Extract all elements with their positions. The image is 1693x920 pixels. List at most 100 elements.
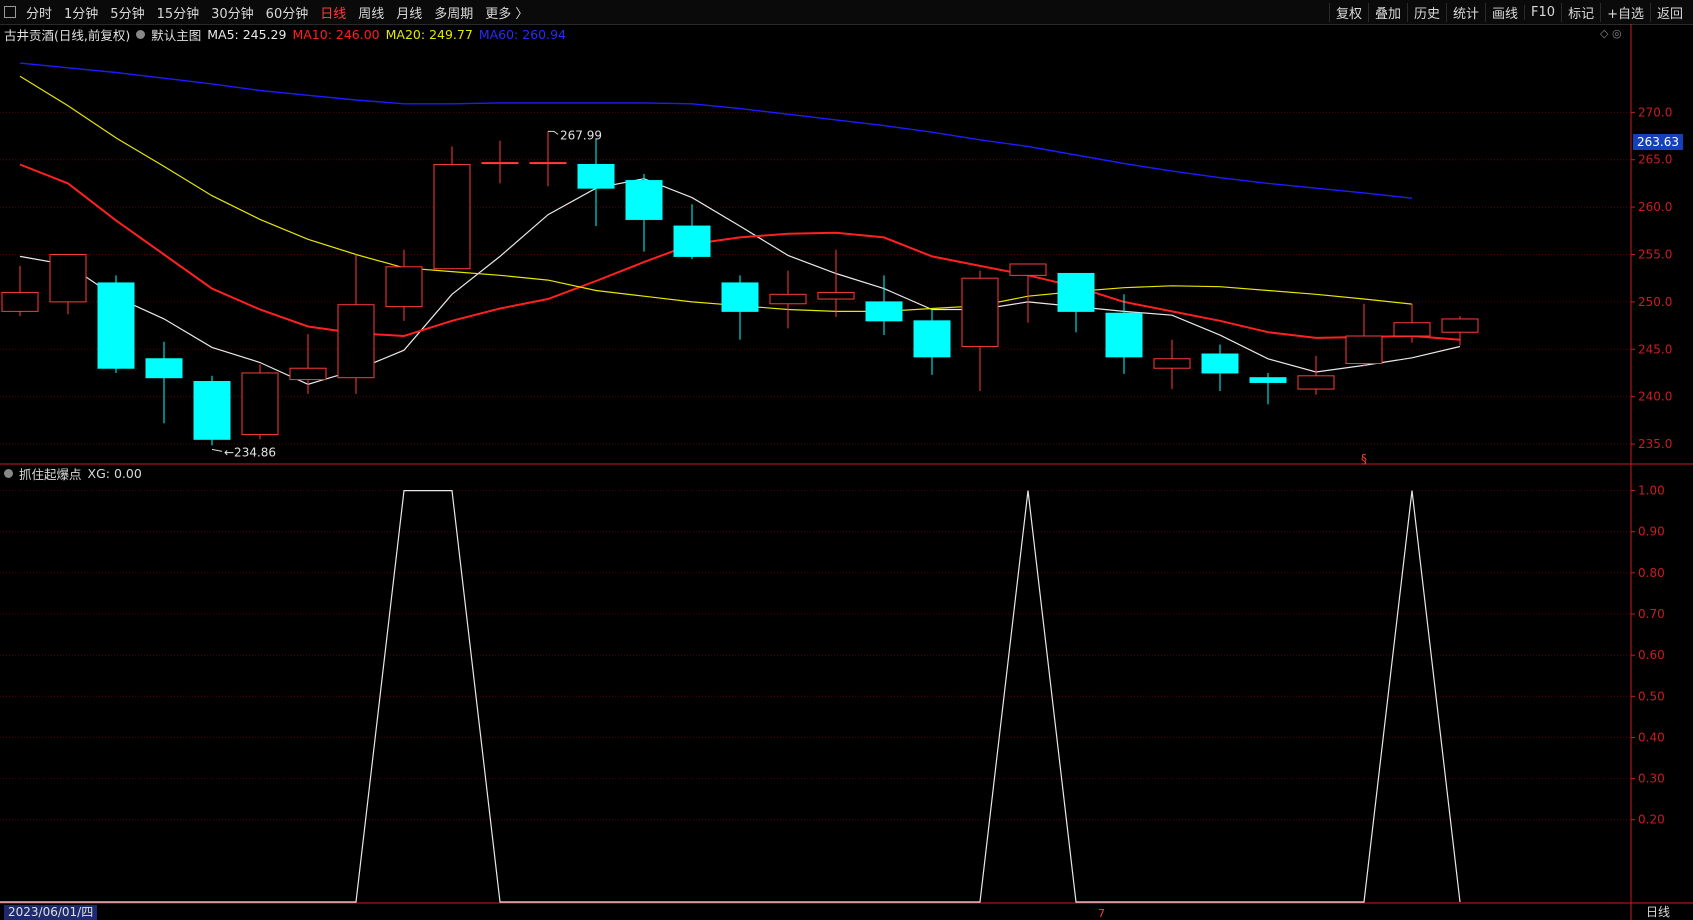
candle-body bbox=[385, 266, 423, 308]
candle-body bbox=[1393, 322, 1431, 337]
ma10-label: MA10: 246.00 bbox=[292, 26, 380, 42]
y-tick-label: 240.0 bbox=[1638, 390, 1672, 404]
timeframe-tab[interactable]: 日线 bbox=[314, 3, 352, 22]
ma-line-ma60 bbox=[19, 62, 1413, 199]
y-tick-label: 255.0 bbox=[1638, 248, 1672, 262]
y-tick-label: 0.60 bbox=[1638, 648, 1665, 662]
candle-body bbox=[1297, 375, 1335, 390]
ma-line-ma20 bbox=[19, 75, 1413, 312]
timeframe-tab[interactable]: 更多 〉 bbox=[479, 3, 534, 22]
toolbar-button[interactable]: 复权 bbox=[1328, 2, 1368, 22]
candle-body bbox=[1153, 358, 1191, 369]
toolbar-button[interactable]: 标记 bbox=[1561, 2, 1600, 22]
period-tag[interactable]: 日线 bbox=[1646, 905, 1670, 920]
high-price-label: 267.99 bbox=[560, 128, 602, 142]
toolbar-button[interactable]: 叠加 bbox=[1367, 2, 1407, 22]
candle-body bbox=[1345, 335, 1383, 364]
ma60-label: MA60: 260.94 bbox=[478, 26, 566, 42]
indicator-icon[interactable] bbox=[4, 468, 13, 478]
timeframe-tab[interactable]: 15分钟 bbox=[151, 3, 206, 22]
candle-body bbox=[1249, 377, 1287, 383]
candle-body bbox=[1441, 318, 1479, 333]
candle-body bbox=[193, 380, 231, 440]
candle-body bbox=[817, 291, 855, 300]
y-tick-label: 260.0 bbox=[1638, 200, 1672, 214]
candle-body bbox=[145, 358, 183, 379]
date-tag: 2023/06/01/四 bbox=[4, 905, 98, 920]
timeframe-tab[interactable]: 分时 bbox=[20, 3, 58, 22]
timeframe-tab[interactable]: 60分钟 bbox=[260, 3, 315, 22]
low-price-label: ←234.86 bbox=[224, 445, 276, 459]
candle-body bbox=[721, 282, 759, 312]
candle-body bbox=[1057, 272, 1095, 312]
candle-body bbox=[529, 162, 567, 165]
timeframe-tab[interactable]: 多周期 bbox=[428, 3, 479, 22]
y-tick-label: 0.90 bbox=[1638, 525, 1665, 539]
window-icon[interactable] bbox=[4, 6, 16, 18]
candle-body bbox=[337, 304, 375, 379]
candle-body bbox=[97, 282, 135, 369]
candle-body bbox=[625, 180, 663, 220]
candle-body bbox=[865, 301, 903, 322]
signal-marker: § bbox=[1361, 452, 1367, 466]
indicator-value: XG: 0.00 bbox=[87, 465, 142, 481]
indicator-name[interactable]: 抓住起爆点 bbox=[19, 464, 82, 483]
timeframe-tab[interactable]: 1分钟 bbox=[58, 3, 104, 22]
candle-body bbox=[481, 162, 519, 165]
y-tick-label: 265.0 bbox=[1638, 153, 1672, 167]
y-tick-label: 0.30 bbox=[1638, 772, 1665, 786]
top-toolbar: 分时 1分钟 5分钟 15分钟 30分钟 60分钟 日线 周线 月线 多周期 更多 〉 复权 叠加 历史… bbox=[0, 0, 1693, 25]
timeframe-tabs: 分时 1分钟 5分钟 15分钟 30分钟 60分钟 日线 周线 月线 多周期 更多 〉 bbox=[4, 0, 534, 24]
timeframe-tab[interactable]: 周线 bbox=[352, 3, 390, 22]
high-marker-line bbox=[548, 130, 559, 135]
indicator-line-xg bbox=[20, 490, 1461, 903]
y-tick-label: 0.50 bbox=[1638, 689, 1665, 703]
candle-body bbox=[673, 225, 711, 257]
toolbar-button[interactable]: F10 bbox=[1524, 4, 1561, 20]
timeframe-tab[interactable]: 5分钟 bbox=[104, 3, 150, 22]
candle-body bbox=[769, 293, 807, 305]
low-marker-line bbox=[211, 448, 223, 452]
toolbar-button[interactable]: 统计 bbox=[1446, 2, 1485, 22]
ma20-label: MA20: 249.77 bbox=[385, 26, 473, 42]
candle-body bbox=[241, 372, 279, 436]
kline-chart[interactable]: 235.0 240.0 245.0 250.0 255.0 260.0 265.0 270.0… bbox=[0, 24, 1693, 920]
toolbar-button[interactable]: 历史 bbox=[1406, 2, 1446, 22]
axis-marker: 7 bbox=[1098, 907, 1105, 920]
function-buttons: 复权 叠加 历史 统计 画线 F10 标记 +自选 返回 bbox=[1328, 0, 1689, 24]
chart-corner-icons[interactable]: ◇ ◎ bbox=[1600, 27, 1622, 40]
y-tick-label: 245.0 bbox=[1638, 342, 1672, 356]
y-tick-label: 235.0 bbox=[1638, 437, 1672, 451]
candle-body bbox=[961, 277, 999, 347]
template-icon[interactable] bbox=[136, 29, 146, 39]
candle-body bbox=[913, 320, 951, 358]
candle-body bbox=[49, 254, 87, 303]
y-tick-label: 0.40 bbox=[1638, 730, 1665, 744]
timeframe-list: 分时 1分钟 5分钟 15分钟 30分钟 60分钟 日线 周线 月线 多周期 更多 〉 bbox=[20, 3, 534, 22]
y-tick-label: 1.00 bbox=[1638, 484, 1665, 498]
candle-body bbox=[1105, 312, 1143, 358]
toolbar-button[interactable]: 画线 bbox=[1485, 2, 1524, 22]
last-price-tag: 263.63 bbox=[1633, 134, 1683, 150]
toolbar-button[interactable]: +自选 bbox=[1600, 2, 1650, 22]
candle-body bbox=[577, 163, 615, 189]
candle-body bbox=[289, 367, 327, 381]
candle-body bbox=[1009, 263, 1047, 276]
y-tick-label: 0.80 bbox=[1638, 566, 1665, 580]
y-tick-label: 270.0 bbox=[1638, 105, 1672, 119]
timeframe-tab[interactable]: 月线 bbox=[390, 3, 428, 22]
main-legend: 古井贡酒(日线,前复权) 默认主图 MA5: 245.29 MA10: 246.… bbox=[4, 25, 572, 43]
candle-body bbox=[433, 163, 471, 270]
y-tick-label: 250.0 bbox=[1638, 295, 1672, 309]
indicator-legend: 抓住起爆点 XG: 0.00 bbox=[4, 464, 148, 482]
chart-area[interactable]: 235.0 240.0 245.0 250.0 255.0 260.0 265.0 270.0… bbox=[0, 24, 1693, 920]
y-tick-label: 0.70 bbox=[1638, 607, 1665, 621]
stock-name[interactable]: 古井贡酒(日线,前复权) bbox=[4, 25, 130, 44]
candle-body bbox=[1, 291, 39, 312]
template-name[interactable]: 默认主图 bbox=[151, 25, 201, 44]
ma5-label: MA5: 245.29 bbox=[207, 26, 287, 42]
y-tick-label: 0.20 bbox=[1638, 813, 1665, 827]
timeframe-tab[interactable]: 30分钟 bbox=[205, 3, 260, 22]
toolbar-button[interactable]: 返回 bbox=[1649, 2, 1689, 22]
candle-body bbox=[1201, 353, 1239, 374]
